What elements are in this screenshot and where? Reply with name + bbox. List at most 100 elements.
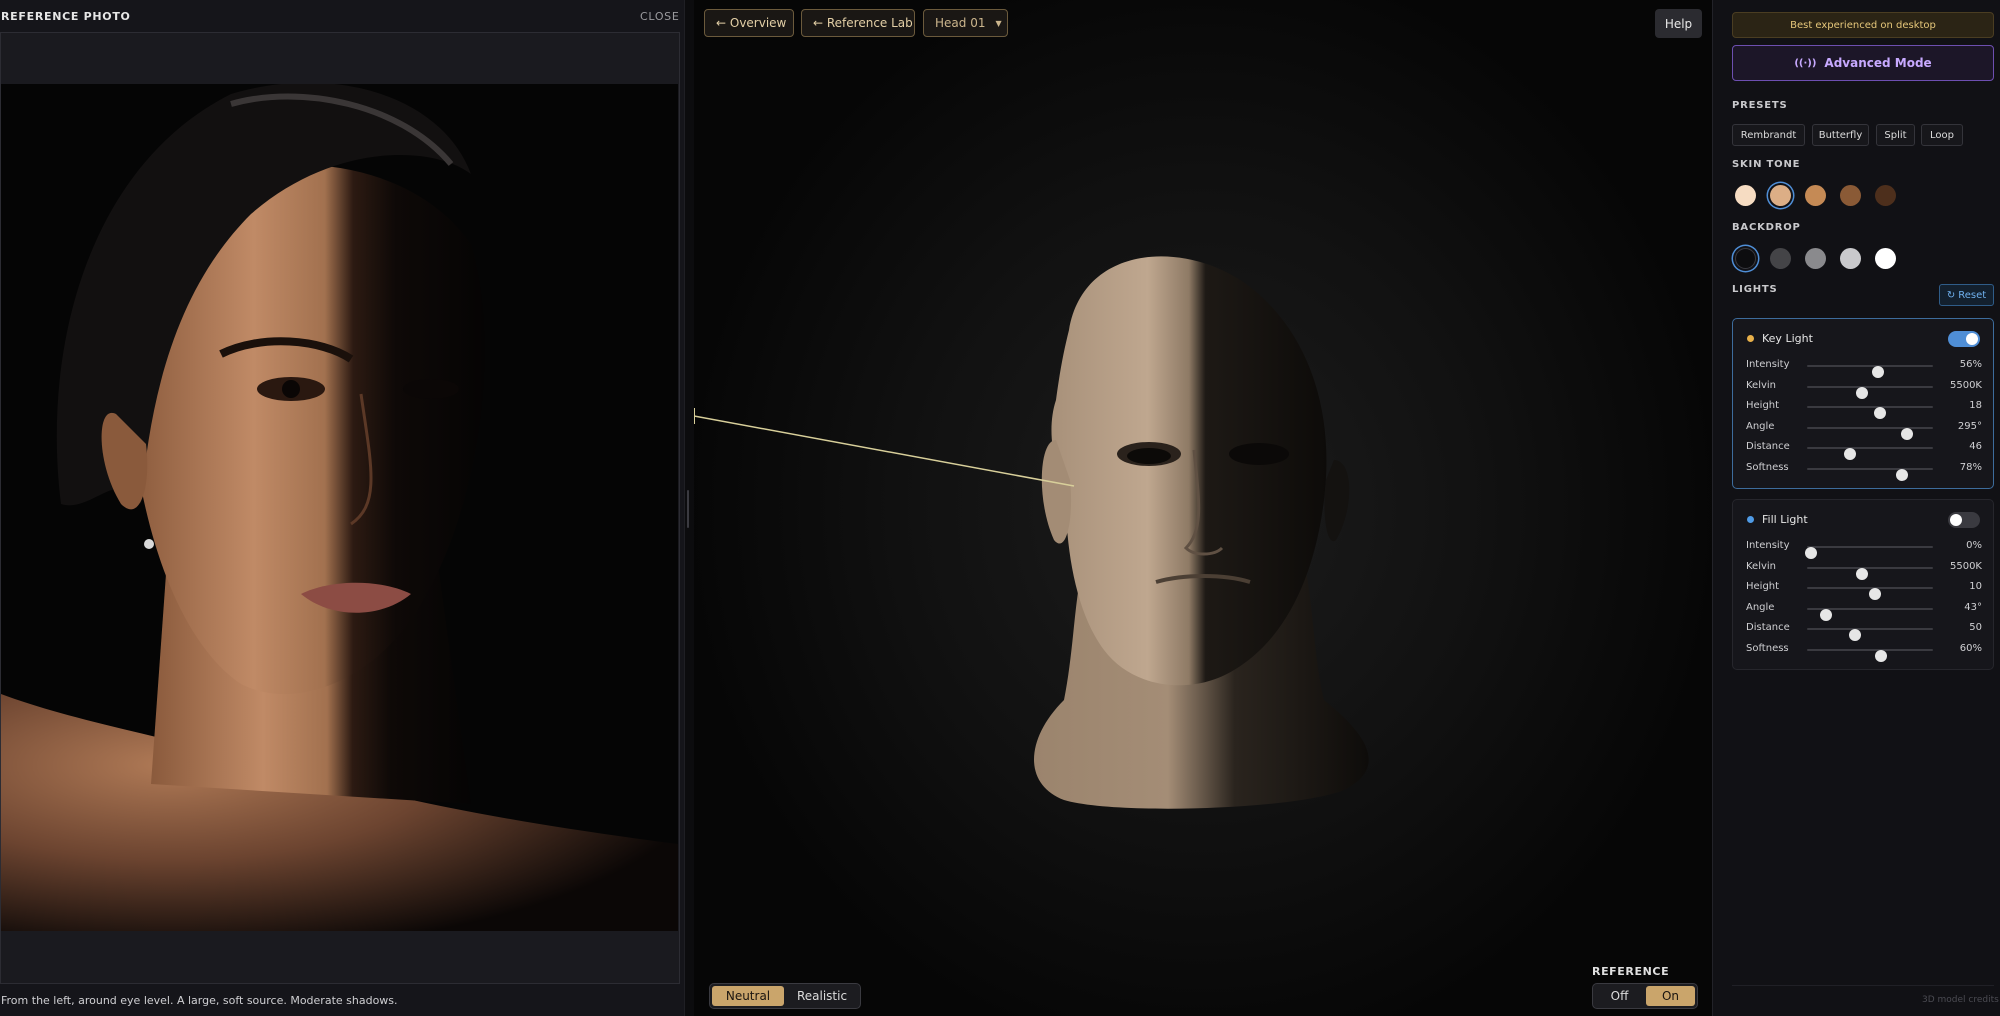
- skin-tone-swatch-3[interactable]: [1805, 185, 1826, 206]
- fill-light-distance-row: Distance 50: [1746, 622, 1982, 642]
- fill-light-angle-value: 43°: [1964, 601, 1982, 613]
- fill-light-kelvin-slider-thumb[interactable]: [1856, 567, 1869, 580]
- key-light-kelvin-value: 5500K: [1949, 379, 1982, 391]
- fill-light-toggle-knob: [1950, 514, 1962, 526]
- fill-light-kelvin-label: Kelvin: [1746, 560, 1777, 572]
- fill-light-angle-slider[interactable]: [1807, 607, 1933, 621]
- backdrop-swatch-2[interactable]: [1770, 248, 1791, 269]
- preset-loop-button[interactable]: Loop: [1921, 124, 1963, 146]
- fill-light-height-slider-thumb[interactable]: [1869, 588, 1882, 601]
- key-light-intensity-slider[interactable]: [1807, 365, 1933, 378]
- fill-light-distance-slider[interactable]: [1807, 628, 1933, 642]
- fill-light-intensity-value: 0%: [1966, 540, 1982, 551]
- fill-light-kelvin-slider[interactable]: [1807, 566, 1933, 580]
- reference-toggle: Off On: [1592, 983, 1698, 1009]
- key-light-kelvin-slider[interactable]: [1807, 385, 1933, 399]
- fill-light-angle-slider-thumb[interactable]: [1819, 608, 1832, 621]
- reference-lab-button[interactable]: ← Reference Lab: [801, 9, 915, 37]
- desktop-notice-banner: Best experienced on desktop: [1732, 12, 1994, 38]
- fill-light-softness-slider[interactable]: [1807, 649, 1933, 662]
- divider-grip-handle[interactable]: [687, 490, 689, 528]
- key-light-angle-slider-thumb[interactable]: [1900, 427, 1913, 440]
- reference-toggle-label: REFERENCE: [1592, 965, 1670, 978]
- key-light-color-dot: [1747, 335, 1754, 342]
- key-light-intensity-row: Intensity 56%: [1746, 359, 1982, 378]
- preset-split-button[interactable]: Split: [1876, 124, 1915, 146]
- refresh-icon: ↻: [1946, 289, 1956, 301]
- model-credits-link[interactable]: 3D model credits: [1922, 995, 1999, 1005]
- reference-toggle-on[interactable]: On: [1646, 986, 1695, 1006]
- fill-light-name: Fill Light: [1762, 513, 1808, 526]
- fill-light-intensity-slider-thumb[interactable]: [1804, 547, 1817, 559]
- panel-resize-divider[interactable]: [684, 0, 694, 1016]
- backdrop-swatch-1[interactable]: [1735, 248, 1756, 269]
- render-mode-neutral[interactable]: Neutral: [712, 986, 784, 1006]
- render-mode-realistic[interactable]: Realistic: [786, 986, 858, 1006]
- key-light-name: Key Light: [1762, 332, 1813, 345]
- reset-lights-button[interactable]: ↻ Reset: [1939, 284, 1994, 306]
- 3d-head-render[interactable]: [694, 0, 1712, 1016]
- skin-tone-swatch-5[interactable]: [1875, 185, 1896, 206]
- fill-light-intensity-label: Intensity: [1746, 540, 1790, 551]
- fill-light-kelvin-value: 5500K: [1949, 560, 1982, 572]
- key-light-kelvin-slider-thumb[interactable]: [1856, 386, 1869, 399]
- overview-button[interactable]: ← Overview: [704, 9, 794, 37]
- key-light-softness-slider-thumb[interactable]: [1895, 469, 1908, 481]
- sidebar-divider: [1732, 985, 1994, 986]
- fill-light-distance-value: 50: [1969, 622, 1982, 634]
- key-light-distance-slider-thumb[interactable]: [1843, 448, 1856, 461]
- key-light-intensity-label: Intensity: [1746, 359, 1790, 370]
- key-light-distance-value: 46: [1969, 441, 1982, 453]
- fill-light-enable-toggle[interactable]: [1948, 512, 1980, 528]
- key-light-intensity-slider-thumb[interactable]: [1871, 366, 1884, 378]
- reference-close-button[interactable]: CLOSE: [640, 10, 680, 23]
- backdrop-swatch-3[interactable]: [1805, 248, 1826, 269]
- key-light-distance-slider[interactable]: [1807, 447, 1933, 461]
- skin-tone-swatch-1[interactable]: [1735, 185, 1756, 206]
- backdrop-swatch-4[interactable]: [1840, 248, 1861, 269]
- key-light-height-slider[interactable]: [1807, 406, 1933, 420]
- key-light-angle-slider[interactable]: [1807, 426, 1933, 440]
- key-light-card: Key Light Intensity 56% Kelvin 5500K Height 18…: [1732, 318, 1994, 489]
- key-light-softness-label: Softness: [1746, 462, 1789, 473]
- fill-light-softness-slider-thumb[interactable]: [1875, 650, 1888, 662]
- fill-light-height-value: 10: [1969, 581, 1982, 593]
- broadcast-icon: ((·)): [1794, 57, 1817, 69]
- fill-light-angle-row: Angle 43°: [1746, 601, 1982, 621]
- lights-heading: LIGHTS: [1732, 284, 1778, 295]
- key-light-height-row: Height 18: [1746, 400, 1982, 420]
- key-light-toggle-knob: [1966, 333, 1978, 345]
- key-light-kelvin-row: Kelvin 5500K: [1746, 379, 1982, 399]
- skin-tone-swatch-4[interactable]: [1840, 185, 1861, 206]
- key-light-header: Key Light: [1747, 332, 1813, 345]
- preset-butterfly-button[interactable]: Butterfly: [1812, 124, 1869, 146]
- head-select-dropdown[interactable]: Head 01 ▼: [923, 9, 1008, 37]
- fill-light-intensity-slider[interactable]: [1804, 546, 1933, 559]
- backdrop-heading: BACKDROP: [1732, 222, 1801, 233]
- 3d-viewport[interactable]: ← Overview ← Reference Lab Head 01 ▼: [694, 0, 1712, 1016]
- fill-light-distance-slider-thumb[interactable]: [1848, 629, 1861, 642]
- key-light-height-label: Height: [1746, 400, 1780, 412]
- fill-light-softness-value: 60%: [1959, 643, 1982, 654]
- key-light-distance-label: Distance: [1746, 441, 1790, 453]
- key-light-height-slider-thumb[interactable]: [1874, 407, 1887, 420]
- help-button[interactable]: Help: [1655, 9, 1702, 38]
- key-light-angle-row: Angle 295°: [1746, 421, 1982, 440]
- skin-tone-swatch-2[interactable]: [1770, 185, 1791, 206]
- chevron-down-icon: ▼: [995, 18, 1002, 28]
- fill-light-height-slider[interactable]: [1807, 587, 1933, 601]
- advanced-mode-label: Advanced Mode: [1824, 56, 1932, 70]
- key-light-kelvin-label: Kelvin: [1746, 379, 1777, 391]
- fill-light-intensity-row: Intensity 0%: [1746, 540, 1982, 559]
- advanced-mode-button[interactable]: ((·)) Advanced Mode: [1732, 45, 1994, 81]
- skin-tone-heading: SKIN TONE: [1732, 159, 1801, 170]
- fill-light-softness-row: Softness 60%: [1746, 643, 1982, 662]
- preset-rembrandt-button[interactable]: Rembrandt: [1732, 124, 1805, 146]
- key-light-distance-row: Distance 46: [1746, 441, 1982, 461]
- backdrop-swatch-5[interactable]: [1875, 248, 1896, 269]
- key-light-enable-toggle[interactable]: [1948, 331, 1980, 347]
- reference-toggle-off[interactable]: Off: [1595, 986, 1644, 1006]
- key-light-softness-slider[interactable]: [1807, 468, 1933, 481]
- presets-heading: PRESETS: [1732, 100, 1788, 111]
- key-light-intensity-value: 56%: [1959, 359, 1982, 370]
